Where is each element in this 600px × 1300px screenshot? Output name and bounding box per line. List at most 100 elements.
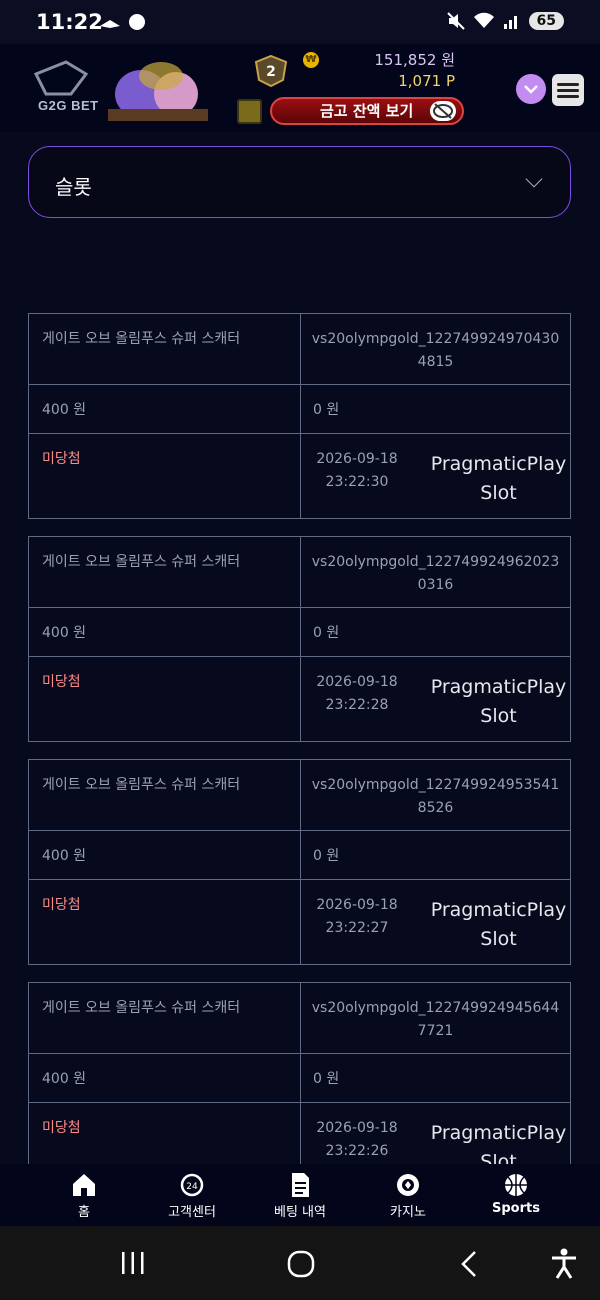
bet-date: 2026-09-18 — [316, 897, 398, 913]
notification-icons — [98, 12, 148, 32]
nav-home[interactable]: 홈 — [39, 1164, 129, 1226]
record-row-result: 미당첨 2026-09-18 23:22:26 PragmaticPlay Slo… — [28, 1102, 571, 1164]
bet-date: 2026-09-18 — [316, 1120, 398, 1136]
logo-mascot-icon — [33, 60, 208, 121]
win-amount: 0 원 — [313, 625, 340, 641]
record-row-result: 미당첨 2026-09-18 23:22:27 PragmaticPlay Slo… — [28, 879, 571, 965]
win-amount: 0 원 — [313, 848, 340, 864]
record-row-amount: 400 원 0 원 — [28, 830, 571, 880]
svg-text:24: 24 — [186, 1182, 198, 1192]
mute-icon — [446, 12, 465, 30]
nav-sports[interactable]: Sports — [471, 1164, 561, 1226]
chevron-down-icon — [525, 170, 543, 188]
record-row-game: 게이트 오브 올림푸스 슈퍼 스캐터 vs20olympgold_1227499… — [28, 536, 571, 608]
category-select[interactable]: 슬롯 — [28, 146, 571, 218]
bet-amount: 400 원 — [29, 608, 301, 656]
record-row-game: 게이트 오브 올림푸스 슈퍼 스캐터 vs20olympgold_1227499… — [28, 982, 571, 1054]
menu-icon-line — [557, 89, 579, 92]
provider: PragmaticPlay Slot — [430, 1122, 567, 1164]
provider: PragmaticPlay Slot — [430, 676, 567, 727]
result-status: 미당첨 — [29, 434, 301, 518]
record-row-game: 게이트 오브 올림푸스 슈퍼 스캐터 vs20olympgold_1227499… — [28, 313, 571, 385]
bet-amount: 400 원 — [29, 1054, 301, 1102]
nav-bet-history-label: 베팅 내역 — [274, 1205, 326, 1220]
level-badge: 2 — [252, 54, 290, 88]
nav-bet-history[interactable]: 베팅 내역 — [255, 1164, 345, 1226]
bet-time: 23:22:26 — [325, 1143, 389, 1159]
record-row-result: 미당첨 2026-09-18 23:22:28 PragmaticPlay Slo… — [28, 656, 571, 742]
g2g-logo[interactable]: G2G BET — [26, 54, 211, 124]
balance-point: 1,071 P — [398, 72, 455, 90]
coin-icon: ₩ — [303, 52, 319, 68]
home-button-icon[interactable] — [287, 1250, 315, 1278]
status-time: 11:22 — [36, 10, 103, 34]
bet-amount: 400 원 — [29, 385, 301, 433]
nav-support-label: 고객센터 — [168, 1205, 216, 1220]
back-icon[interactable] — [458, 1250, 480, 1278]
record-row-game: 게이트 오브 올림푸스 슈퍼 스캐터 vs20olympgold_1227499… — [28, 759, 571, 831]
bet-datetime: 2026-09-18 23:22:26 — [313, 1117, 401, 1163]
bet-datetime: 2026-09-18 23:22:27 — [313, 894, 401, 940]
chevron-down-icon — [524, 85, 538, 94]
recent-apps-icon[interactable] — [120, 1251, 146, 1275]
bottom-nav: 홈 24 고객센터 베팅 내역 카지노 Sports — [0, 1164, 600, 1226]
bet-time: 23:22:27 — [325, 920, 389, 936]
bet-date: 2026-09-18 — [316, 674, 398, 690]
wifi-icon — [473, 12, 494, 28]
bet-history-list[interactable]: 게이트 오브 올림푸스 슈퍼 스캐터 vs20olympgold_1227499… — [28, 313, 571, 1164]
basketball-icon — [505, 1174, 527, 1196]
profile-dropdown-button[interactable] — [516, 74, 546, 104]
home-icon — [73, 1174, 95, 1196]
record-row-amount: 400 원 0 원 — [28, 1053, 571, 1103]
accessibility-icon[interactable] — [550, 1248, 578, 1280]
result-status: 미당첨 — [29, 1103, 301, 1164]
category-selected-value: 슬롯 — [55, 175, 92, 199]
document-icon — [292, 1173, 309, 1197]
menu-icon-line — [557, 95, 579, 98]
casino-chip-icon — [397, 1174, 419, 1196]
chat-icon — [129, 14, 145, 30]
game-name: 게이트 오브 올림푸스 슈퍼 스캐터 — [29, 983, 301, 1053]
bet-datetime: 2026-09-18 23:22:30 — [313, 448, 401, 494]
result-status: 미당첨 — [29, 880, 301, 964]
signal-icon — [503, 16, 517, 29]
status-bar: 11:22 65 — [0, 0, 600, 44]
nav-casino-label: 카지노 — [390, 1205, 426, 1220]
game-name: 게이트 오브 올림푸스 슈퍼 스캐터 — [29, 537, 301, 607]
bet-time: 23:22:28 — [325, 697, 389, 713]
shield-badge-icon: 2 — [254, 54, 288, 88]
menu-icon — [557, 83, 579, 86]
record-row-amount: 400 원 0 원 — [28, 607, 571, 657]
win-amount: 0 원 — [313, 1071, 340, 1087]
balance-won: 151,852 원 — [374, 51, 455, 69]
game-id: vs20olympgold_1227499249704304815 — [311, 331, 560, 370]
nav-home-label: 홈 — [78, 1205, 90, 1220]
bet-date: 2026-09-18 — [316, 451, 398, 467]
system-nav-bar — [0, 1226, 600, 1300]
game-id: vs20olympgold_1227499249535418526 — [311, 777, 560, 816]
bet-datetime: 2026-09-18 23:22:28 — [313, 671, 401, 717]
nav-casino[interactable]: 카지노 — [363, 1164, 453, 1226]
nav-sports-label: Sports — [492, 1201, 540, 1216]
bet-amount: 400 원 — [29, 831, 301, 879]
safe-button-label: 금고 잔액 보기 — [320, 102, 414, 120]
safe-balance-button[interactable]: 금고 잔액 보기 — [270, 97, 464, 125]
nav-support[interactable]: 24 고객센터 — [147, 1164, 237, 1226]
game-id: vs20olympgold_1227499249456447721 — [311, 1000, 560, 1039]
game-id: vs20olympgold_1227499249620230316 — [311, 554, 560, 593]
result-status: 미당첨 — [29, 657, 301, 741]
notification-icon — [100, 20, 120, 28]
game-name: 게이트 오브 올림푸스 슈퍼 스캐터 — [29, 314, 301, 384]
status-indicators: 65 — [446, 12, 564, 30]
support-24-icon: 24 — [180, 1173, 204, 1197]
hamburger-menu-button[interactable] — [552, 74, 584, 106]
eye-off-icon[interactable] — [430, 101, 456, 121]
bet-time: 23:22:30 — [325, 474, 389, 490]
battery-indicator: 65 — [528, 12, 564, 30]
app-header: G2G BET 2 ₩ 151,852 원 1,071 P 금고 잔액 보기 — [0, 44, 600, 132]
record-row-result: 미당첨 2026-09-18 23:22:30 PragmaticPlay Slo… — [28, 433, 571, 519]
game-name: 게이트 오브 올림푸스 슈퍼 스캐터 — [29, 760, 301, 830]
provider: PragmaticPlay Slot — [430, 899, 567, 950]
level-number: 2 — [266, 64, 276, 80]
safe-icon[interactable] — [237, 99, 262, 124]
